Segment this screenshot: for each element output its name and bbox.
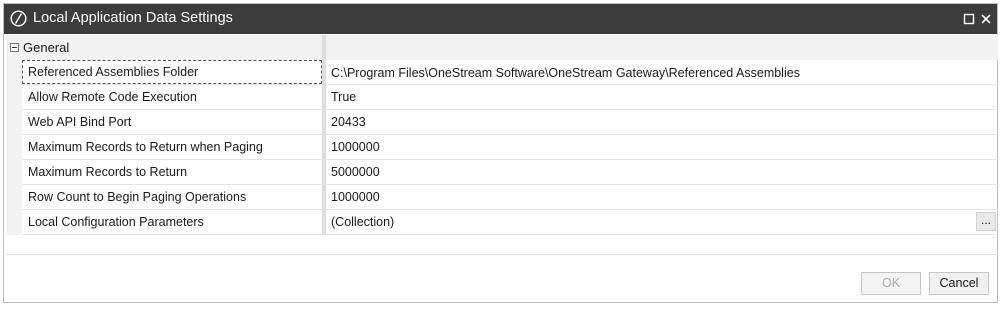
property-value[interactable]: True (331, 85, 991, 109)
property-name: Referenced Assemblies Folder (22, 60, 322, 84)
property-name: Row Count to Begin Paging Operations (28, 190, 247, 204)
property-name: Local Configuration Parameters (28, 215, 204, 229)
property-row-allow-remote-code-execution[interactable]: Allow Remote Code Execution True (22, 85, 998, 110)
description-divider (6, 254, 998, 255)
dialog-title: Local Application Data Settings (33, 10, 233, 26)
property-value[interactable]: 1000000 (331, 135, 991, 159)
property-value[interactable]: 1000000 (331, 185, 991, 209)
close-icon[interactable] (980, 13, 992, 25)
category-row-general: General (6, 35, 998, 60)
property-grid: General Referenced Assemblies Folder C:\… (6, 35, 998, 235)
property-row-row-count-paging[interactable]: Row Count to Begin Paging Operations 100… (22, 185, 998, 210)
property-row-web-api-bind-port[interactable]: Web API Bind Port 20433 (22, 110, 998, 135)
collapse-toggle-icon[interactable] (10, 43, 19, 52)
property-row-local-configuration-parameters[interactable]: Local Configuration Parameters (Collecti… (22, 210, 998, 235)
property-row-max-records[interactable]: Maximum Records to Return 5000000 (22, 160, 998, 185)
property-value[interactable]: (Collection) (331, 210, 991, 234)
property-value-input[interactable]: C:\Program Files\OneStream Software\OneS… (331, 61, 991, 85)
maximize-icon[interactable] (963, 13, 975, 25)
collection-editor-button[interactable]: ... (976, 212, 996, 231)
property-name: Maximum Records to Return when Paging (28, 140, 263, 154)
cancel-button[interactable]: Cancel (929, 272, 989, 295)
property-name: Web API Bind Port (28, 115, 132, 129)
grid-left-margin (6, 60, 22, 235)
property-row-referenced-assemblies-folder[interactable]: Referenced Assemblies Folder C:\Program … (22, 60, 998, 85)
property-value[interactable]: 5000000 (331, 160, 991, 184)
title-bar[interactable]: Local Application Data Settings (4, 4, 997, 34)
settings-dialog: Local Application Data Settings General … (3, 3, 998, 303)
property-name: Maximum Records to Return (28, 165, 188, 179)
property-row-max-records-paging[interactable]: Maximum Records to Return when Paging 10… (22, 135, 998, 160)
property-name: Allow Remote Code Execution (28, 90, 197, 104)
property-value[interactable]: 20433 (331, 110, 991, 134)
ok-button[interactable]: OK (861, 272, 921, 295)
column-splitter[interactable] (322, 35, 326, 235)
category-label: General (23, 40, 70, 55)
onestream-logo-icon (10, 10, 27, 27)
